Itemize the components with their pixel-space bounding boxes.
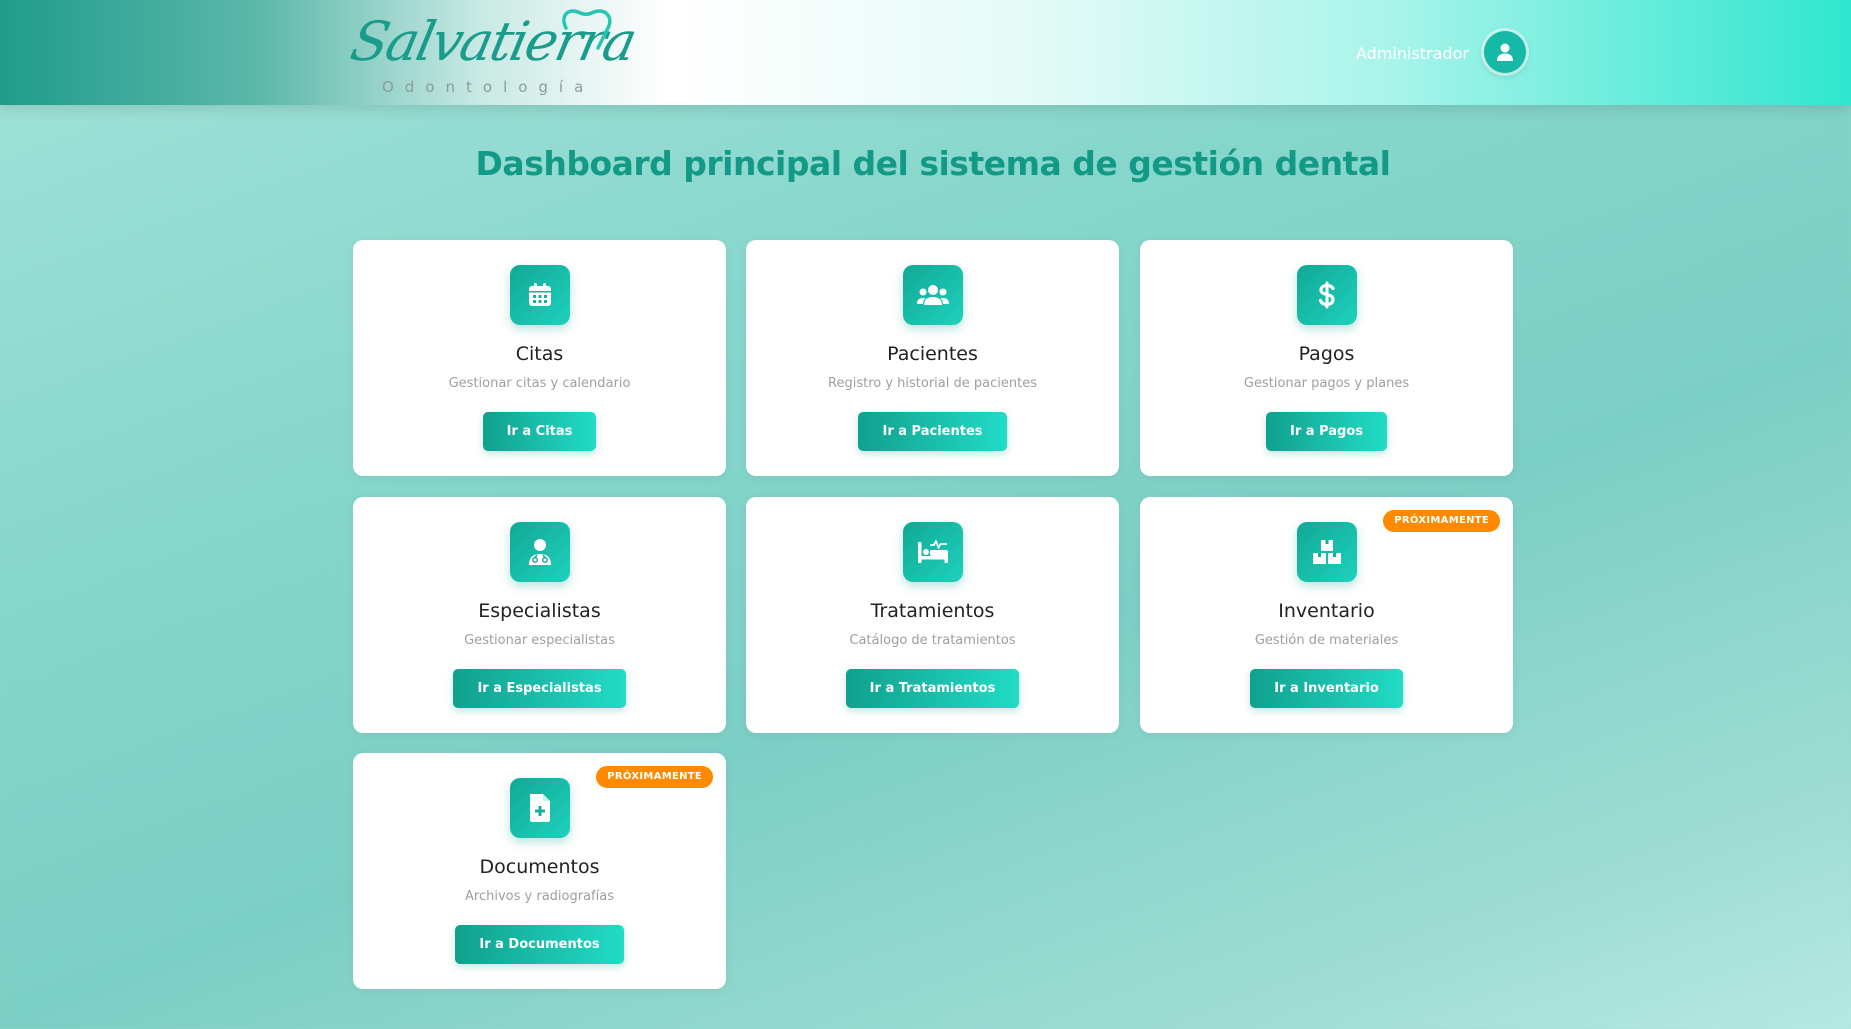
card-documentos: PRÓXIMAMENTE Documentos Archivos y radio…	[353, 753, 726, 989]
calendar-icon	[529, 283, 551, 306]
card-description: Catálogo de tratamientos	[849, 633, 1016, 648]
logo-subtitle: Odontología	[382, 78, 595, 96]
bed-pulse-icon	[918, 540, 948, 563]
card-pacientes: Pacientes Registro y historial de pacien…	[746, 240, 1119, 476]
card-pagos: Pagos Gestionar pagos y planes Ir a Pago…	[1140, 240, 1513, 476]
card-title: Pagos	[1298, 343, 1355, 365]
card-icon-box	[510, 522, 570, 582]
go-pacientes-button[interactable]: Ir a Pacientes	[858, 412, 1007, 451]
card-description: Gestión de materiales	[1254, 633, 1399, 648]
coming-soon-badge: PRÓXIMAMENTE	[1383, 510, 1500, 532]
card-especialistas: Especialistas Gestionar especialistas Ir…	[353, 497, 726, 733]
go-inventario-button[interactable]: Ir a Inventario	[1250, 669, 1403, 708]
card-title: Tratamientos	[870, 600, 995, 622]
doctor-icon	[529, 539, 551, 565]
card-inventario: PRÓXIMAMENTE Inventario Gestión de mater…	[1140, 497, 1513, 733]
card-title: Inventario	[1278, 600, 1375, 622]
card-icon-box	[903, 265, 963, 325]
go-tratamientos-button[interactable]: Ir a Tratamientos	[845, 669, 1020, 708]
user-name[interactable]: Administrador	[1356, 44, 1469, 63]
card-title: Especialistas	[478, 600, 601, 622]
card-description: Gestionar pagos y planes	[1243, 376, 1410, 391]
go-documentos-button[interactable]: Ir a Documentos	[455, 925, 624, 964]
card-description: Registro y historial de pacientes	[828, 376, 1037, 391]
page-title: Dashboard principal del sistema de gesti…	[475, 144, 1391, 183]
card-description: Archivos y radiografías	[465, 889, 614, 904]
go-pagos-button[interactable]: Ir a Pagos	[1266, 412, 1387, 451]
card-citas: Citas Gestionar citas y calendario Ir a …	[353, 240, 726, 476]
file-medical-icon	[530, 794, 550, 822]
user-icon	[1497, 43, 1513, 61]
card-title: Pacientes	[887, 343, 978, 365]
card-title: Citas	[515, 343, 564, 365]
card-description: Gestionar citas y calendario	[448, 376, 631, 391]
card-icon-box	[510, 778, 570, 838]
card-tratamientos: Tratamientos Catálogo de tratamientos Ir…	[746, 497, 1119, 733]
card-title: Documentos	[479, 856, 600, 878]
go-especialistas-button[interactable]: Ir a Especialistas	[453, 669, 626, 708]
boxes-icon	[1313, 540, 1341, 564]
avatar[interactable]	[1484, 31, 1526, 73]
card-description: Gestionar especialistas	[464, 633, 615, 648]
coming-soon-badge: PRÓXIMAMENTE	[596, 766, 713, 788]
tooth-icon	[562, 9, 612, 50]
card-icon-box	[903, 522, 963, 582]
go-citas-button[interactable]: Ir a Citas	[482, 412, 597, 451]
dollar-icon	[1318, 281, 1335, 309]
card-icon-box	[1297, 265, 1357, 325]
card-icon-box	[1297, 522, 1357, 582]
users-icon	[917, 285, 949, 305]
brand-logo[interactable]: Salvatierra Odontología	[345, 4, 641, 102]
card-icon-box	[510, 265, 570, 325]
top-header: Salvatierra Odontología Administrador	[0, 0, 1851, 105]
